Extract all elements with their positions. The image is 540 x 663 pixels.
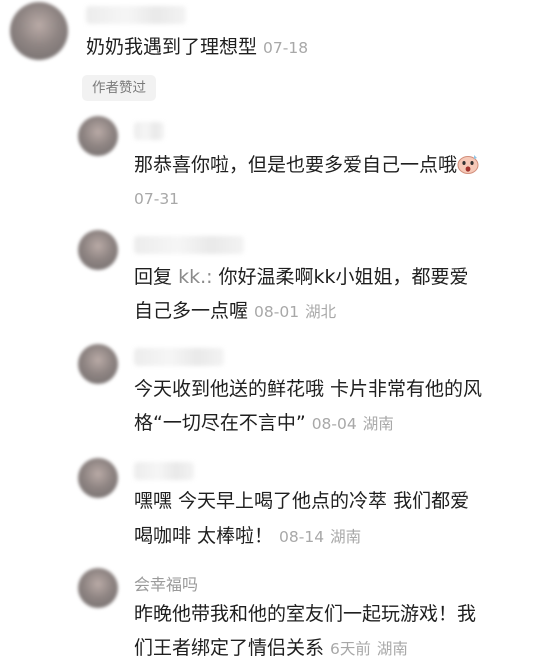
comment-thread: 奶奶我遇到了理想型 07-18 作者赞过 那恭喜你啦，但是也要多爱自己一点哦 07…	[0, 0, 540, 663]
reply-3-line-1[interactable]: 今天收到他送的鲜花哦 卡片非常有他的风	[134, 374, 482, 405]
avatar[interactable]	[78, 344, 118, 384]
reply-4-line-2[interactable]: 喝咖啡 太棒啦！ 08-14 湖南	[134, 521, 361, 553]
blurred-username[interactable]	[134, 122, 164, 140]
reply-text: 嘿嘿 今天早上喝了他点的冷萃 我们都爱	[134, 490, 470, 512]
reply-text: 那恭喜你啦，但是也要多爱自己一点哦	[134, 154, 458, 176]
reply-username[interactable]: 会幸福吗	[134, 571, 198, 595]
avatar[interactable]	[78, 568, 118, 608]
avatar[interactable]	[10, 2, 68, 60]
author-liked-badge: 作者赞过	[82, 75, 156, 101]
reply-prefix: 回复	[134, 266, 173, 288]
mention-link[interactable]: kk.:	[178, 266, 212, 288]
reply-location: 湖南	[330, 528, 362, 546]
reply-5-line-2[interactable]: 们王者绑定了情侣关系 6天前 湖南	[134, 633, 408, 663]
reply-text: 你好温柔啊kk小姐姐，都要爱	[212, 266, 469, 288]
blurred-username[interactable]	[134, 462, 194, 480]
reply-text: 喝咖啡 太棒啦！	[134, 525, 274, 547]
reply-2-line-2[interactable]: 自己多一点喔 08-01 湖北	[134, 296, 336, 328]
reply-location: 湖北	[305, 303, 337, 321]
reply-date: 08-14	[279, 528, 325, 546]
reply-1[interactable]: 那恭喜你啦，但是也要多爱自己一点哦	[134, 150, 479, 181]
reply-location: 湖南	[362, 415, 394, 433]
reply-date: 08-04	[311, 415, 357, 433]
reply-2-line-1[interactable]: 回复 kk.: 你好温柔啊kk小姐姐，都要爱	[134, 262, 469, 293]
reply-text: 今天收到他送的鲜花哦 卡片非常有他的风	[134, 378, 483, 400]
reply-date: 08-01	[254, 303, 300, 321]
shocked-face-emoji-icon	[457, 154, 479, 174]
reply-date: 07-31	[134, 190, 180, 208]
blurred-username[interactable]	[134, 348, 224, 366]
comment-date: 07-18	[263, 39, 309, 57]
reply-text: 们王者绑定了情侣关系	[134, 637, 325, 659]
reply-text: 自己多一点喔	[134, 300, 249, 322]
reply-3-line-2[interactable]: 格“一切尽在不言中” 08-04 湖南	[134, 408, 394, 440]
reply-text: 格“一切尽在不言中”	[134, 412, 306, 434]
reply-date: 6天前	[330, 640, 371, 658]
avatar[interactable]	[78, 116, 118, 156]
reply-text: 昨晚他带我和他的室友们一起玩游戏！我	[134, 603, 477, 625]
reply-location: 湖南	[376, 640, 408, 658]
avatar[interactable]	[78, 230, 118, 270]
reply-5-line-1[interactable]: 昨晚他带我和他的室友们一起玩游戏！我	[134, 599, 476, 630]
comment-text: 奶奶我遇到了理想型	[86, 36, 258, 58]
blurred-username[interactable]	[86, 6, 186, 24]
reply-4-line-1[interactable]: 嘿嘿 今天早上喝了他点的冷萃 我们都爱	[134, 486, 469, 517]
main-comment[interactable]: 奶奶我遇到了理想型 07-18	[86, 32, 308, 64]
avatar[interactable]	[78, 458, 118, 498]
blurred-username[interactable]	[134, 236, 244, 254]
